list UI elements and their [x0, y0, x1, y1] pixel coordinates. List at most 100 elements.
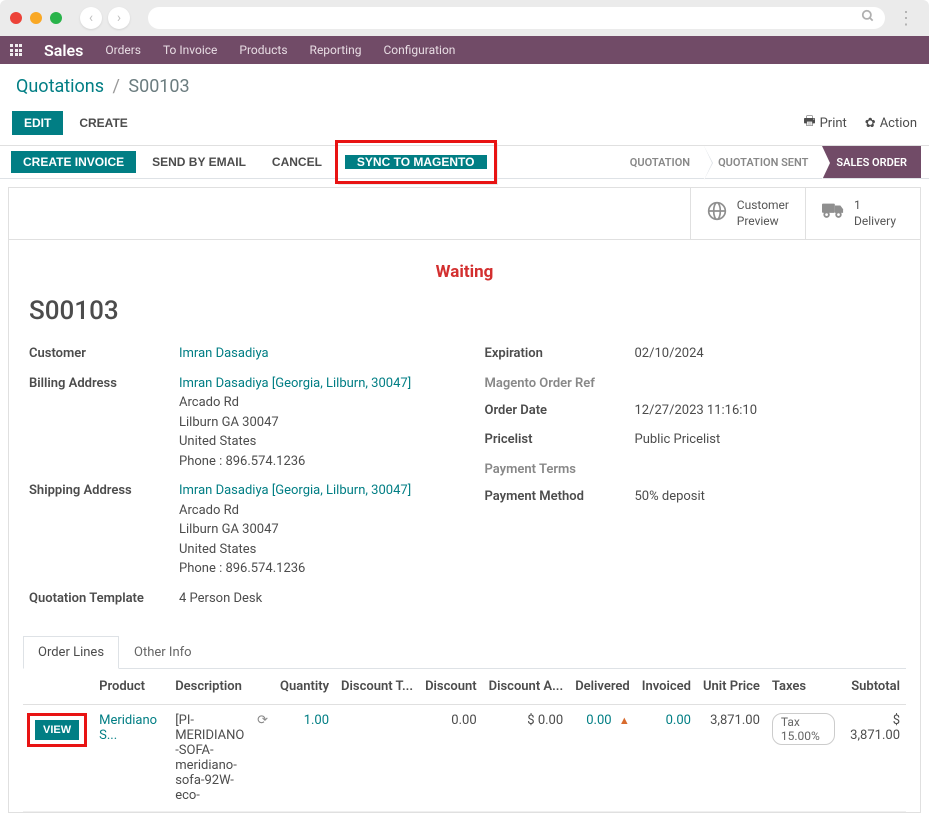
order-date-value: 12/27/2023 11:16:10 — [635, 401, 901, 421]
truck-icon — [822, 203, 844, 224]
delivery-label: Delivery — [854, 214, 896, 230]
breadcrumb: Quotations / S00103 — [0, 64, 929, 105]
edit-button[interactable]: EDIT — [12, 111, 63, 135]
th-taxes: Taxes — [766, 669, 841, 705]
template-value: 4 Person Desk — [179, 589, 445, 609]
apps-icon[interactable] — [10, 44, 22, 56]
fields-right: Expiration 02/10/2024 Magento Order Ref … — [485, 344, 901, 618]
view-line-button[interactable]: VIEW — [35, 720, 79, 740]
order-lines-table: Product Description Quantity Discount T.… — [9, 669, 920, 812]
browser-menu-icon[interactable]: ⋮ — [893, 8, 919, 29]
status-strip: QUOTATION QUOTATION SENT SALES ORDER — [616, 146, 921, 178]
th-invoiced: Invoiced — [636, 669, 697, 705]
forward-button[interactable]: › — [108, 7, 130, 29]
sheet-header: Customer Preview 1 Delivery — [9, 188, 920, 240]
print-icon: 🖶 — [803, 112, 815, 134]
delivery-button[interactable]: 1 Delivery — [805, 188, 920, 239]
th-discount-t: Discount T... — [335, 669, 419, 705]
customer-link[interactable]: Imran Dasadiya — [179, 346, 269, 361]
billing-label: Billing Address — [29, 374, 179, 391]
expiration-value: 02/10/2024 — [635, 344, 901, 364]
table-row: VIEW Meridiano S... [PI-MERIDIANO-SOFA-m… — [23, 705, 906, 812]
create-button[interactable]: CREATE — [79, 116, 127, 130]
tabs: Order Lines Other Info — [23, 636, 906, 669]
highlight-sync: SYNC TO MAGENTO — [335, 140, 497, 184]
payment-method-label: Payment Method — [485, 487, 635, 504]
cell-discount-a: $ 0.00 — [483, 705, 570, 812]
gear-icon: ✿ — [865, 116, 876, 131]
url-bar[interactable] — [148, 7, 885, 29]
customer-preview-button[interactable]: Customer Preview — [690, 188, 805, 239]
cell-discount: 0.00 — [419, 705, 483, 812]
cell-description: [PI-MERIDIANO-SOFA-meridiano-sofa-92W-ec… — [169, 705, 251, 812]
cell-product[interactable]: Meridiano S... — [93, 705, 169, 812]
order-title: S00103 — [9, 290, 920, 344]
create-invoice-button[interactable]: CREATE INVOICE — [11, 151, 136, 173]
pricelist-label: Pricelist — [485, 430, 635, 447]
breadcrumb-sep: / — [112, 76, 119, 97]
action-bar: CREATE INVOICE SEND BY EMAIL CANCEL SYNC… — [0, 145, 929, 179]
shipping-name-link[interactable]: Imran Dasadiya — [179, 483, 269, 498]
billing-name-link[interactable]: Imran Dasadiya — [179, 376, 269, 391]
send-email-button[interactable]: SEND BY EMAIL — [142, 151, 256, 173]
nav-to-invoice[interactable]: To Invoice — [163, 43, 217, 57]
action-button[interactable]: ✿ Action — [865, 112, 917, 134]
preview-sub: Preview — [737, 214, 789, 230]
billing-country: United States — [179, 434, 256, 449]
shipping-value: Imran Dasadiya [Georgia, Lilburn, 30047]… — [179, 481, 445, 579]
cell-invoiced[interactable]: 0.00 — [636, 705, 697, 812]
controls-row: EDIT CREATE 🖶 Print ✿ Action — [0, 105, 929, 145]
payment-terms-label: Payment Terms — [485, 460, 635, 477]
window-controls — [10, 12, 62, 24]
th-quantity: Quantity — [274, 669, 335, 705]
th-product: Product — [93, 669, 169, 705]
cancel-button[interactable]: CANCEL — [262, 151, 332, 173]
nav-configuration[interactable]: Configuration — [383, 43, 455, 57]
form-sheet: Customer Preview 1 Delivery Waiting S001… — [8, 187, 921, 813]
print-button[interactable]: 🖶 Print — [803, 112, 846, 134]
sync-magento-button[interactable]: SYNC TO MAGENTO — [345, 155, 487, 169]
cell-quantity[interactable]: 1.00 — [274, 705, 335, 812]
minimize-window-icon[interactable] — [30, 12, 42, 24]
highlight-view: VIEW — [27, 713, 87, 747]
th-delivered: Delivered — [569, 669, 636, 705]
th-unit-price: Unit Price — [697, 669, 766, 705]
shipping-address-sub: [Georgia, Lilburn, 30047] — [272, 483, 411, 498]
pricelist-value: Public Pricelist — [635, 430, 901, 450]
shipping-line1: Arcado Rd — [179, 503, 239, 518]
maximize-window-icon[interactable] — [50, 12, 62, 24]
nav-products[interactable]: Products — [239, 43, 287, 57]
status-waiting: Waiting — [9, 240, 920, 290]
status-quotation-sent[interactable]: QUOTATION SENT — [704, 146, 822, 178]
cell-subtotal: $ 3,871.00 — [841, 705, 906, 812]
tab-order-lines[interactable]: Order Lines — [23, 636, 119, 669]
fields-grid: Customer Imran Dasadiya Billing Address … — [9, 344, 920, 618]
globe-icon — [707, 201, 727, 226]
print-label: Print — [820, 116, 847, 131]
th-discount: Discount — [419, 669, 483, 705]
nav-orders[interactable]: Orders — [105, 43, 141, 57]
order-date-label: Order Date — [485, 401, 635, 418]
refresh-icon[interactable]: ⟳ — [257, 713, 268, 728]
app-brand[interactable]: Sales — [44, 41, 83, 60]
close-window-icon[interactable] — [10, 12, 22, 24]
expiration-label: Expiration — [485, 344, 635, 361]
delivery-count: 1 — [854, 198, 896, 214]
breadcrumb-current: S00103 — [128, 76, 189, 97]
status-quotation[interactable]: QUOTATION — [616, 146, 704, 178]
th-discount-a: Discount A... — [483, 669, 570, 705]
fields-left: Customer Imran Dasadiya Billing Address … — [29, 344, 445, 618]
shipping-label: Shipping Address — [29, 481, 179, 498]
table-header-row: Product Description Quantity Discount T.… — [23, 669, 906, 705]
delivered-value: 0.00 — [586, 713, 611, 728]
breadcrumb-root[interactable]: Quotations — [16, 76, 104, 97]
cell-delivered[interactable]: 0.00 ▲ — [569, 705, 636, 812]
tab-other-info[interactable]: Other Info — [119, 636, 207, 669]
payment-method-value: 50% deposit — [635, 487, 901, 507]
status-sales-order[interactable]: SALES ORDER — [822, 146, 921, 178]
billing-line1: Arcado Rd — [179, 395, 239, 410]
billing-line2: Lilburn GA 30047 — [179, 415, 279, 430]
back-button[interactable]: ‹ — [80, 7, 102, 29]
th-description: Description — [169, 669, 251, 705]
nav-reporting[interactable]: Reporting — [310, 43, 362, 57]
